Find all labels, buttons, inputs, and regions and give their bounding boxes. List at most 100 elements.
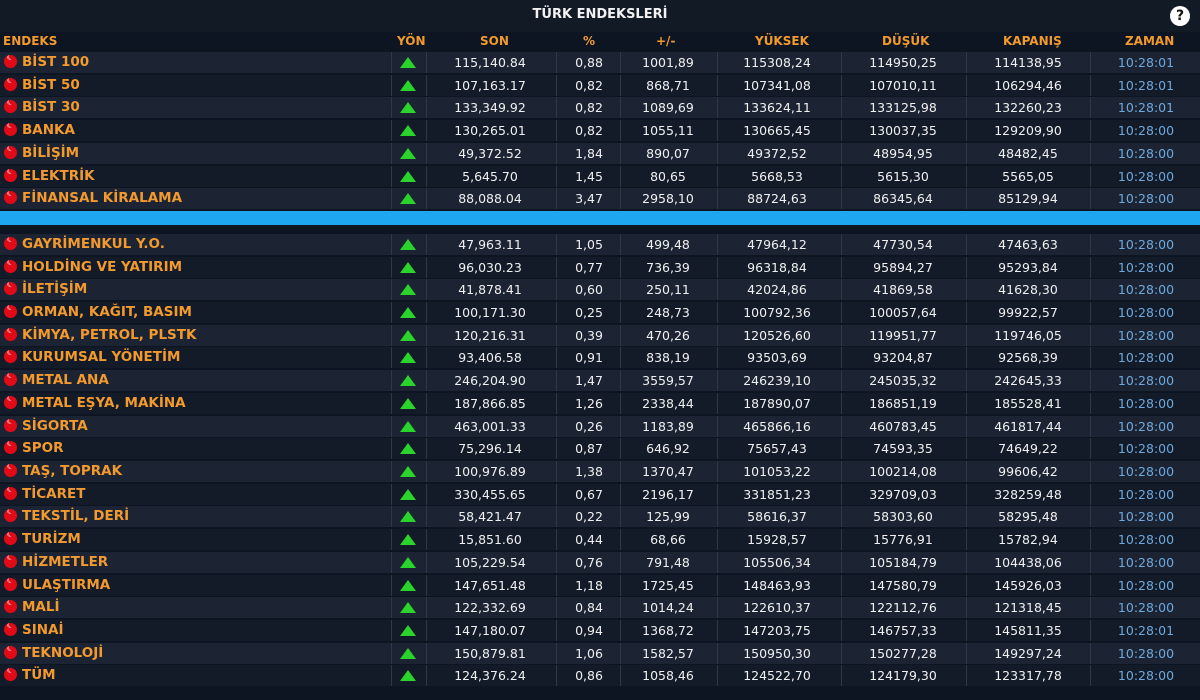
table-row[interactable]: SİGORTA463,001.330,261183,89465866,16460…: [0, 416, 1200, 437]
table-row[interactable]: METAL EŞYA, MAKİNA187,866.851,262338,441…: [0, 393, 1200, 414]
window-title: TÜRK ENDEKSLERİ: [532, 7, 668, 22]
table-row[interactable]: HOLDİNG VE YATIRIM96,030.230,77736,39963…: [0, 257, 1200, 278]
time-value: 10:28:01: [1117, 78, 1175, 93]
table-row[interactable]: FİNANSAL KİRALAMA88,088.043,472958,10887…: [0, 188, 1200, 209]
index-name[interactable]: ORMAN, KAĞIT, BASIM: [22, 302, 192, 323]
col-dusuk[interactable]: DÜŞÜK: [882, 34, 929, 48]
table-row[interactable]: İLETİŞİM41,878.410,60250,1142024,8641869…: [0, 279, 1200, 300]
index-name[interactable]: KURUMSAL YÖNETİM: [22, 347, 180, 368]
index-name[interactable]: SPOR: [22, 438, 64, 459]
close-value: 104438,06: [994, 555, 1062, 570]
index-name[interactable]: BİST 100: [22, 52, 89, 73]
col-kapanis[interactable]: KAPANIŞ: [1003, 34, 1062, 48]
change-value: 791,48: [646, 555, 690, 570]
index-name[interactable]: İLETİŞİM: [22, 279, 87, 300]
column-divider: [841, 393, 842, 414]
col-son[interactable]: SON: [480, 34, 509, 48]
index-name[interactable]: GAYRİMENKUL Y.O.: [22, 234, 165, 255]
column-divider: [426, 325, 427, 346]
index-name[interactable]: HOLDİNG VE YATIRIM: [22, 257, 182, 278]
table-row[interactable]: BİST 30133,349.920,821089,69133624,11133…: [0, 97, 1200, 118]
index-name[interactable]: METAL EŞYA, MAKİNA: [22, 393, 186, 414]
up-arrow-icon: [400, 148, 416, 159]
table-row[interactable]: GAYRİMENKUL Y.O.47,963.111,05499,4847964…: [0, 234, 1200, 255]
table-row[interactable]: BİST 50107,163.170,82868,71107341,081070…: [0, 75, 1200, 96]
table-row[interactable]: TAŞ, TOPRAK100,976.891,381370,47101053,2…: [0, 461, 1200, 482]
up-arrow-icon: [400, 580, 416, 591]
index-name[interactable]: SİGORTA: [22, 416, 88, 437]
close-value: 119746,05: [994, 328, 1062, 343]
column-divider: [966, 393, 967, 414]
column-divider: [391, 279, 392, 300]
index-name[interactable]: BİST 50: [22, 75, 80, 96]
table-row[interactable]: BİST 100115,140.840,881001,89115308,2411…: [0, 52, 1200, 73]
help-icon[interactable]: ?: [1170, 6, 1190, 26]
high-value: 147203,75: [743, 623, 811, 638]
column-divider: [841, 643, 842, 664]
index-name[interactable]: TEKSTİL, DERİ: [22, 506, 129, 527]
index-name[interactable]: TAŞ, TOPRAK: [22, 461, 122, 482]
column-divider: [966, 75, 967, 96]
index-name[interactable]: BANKA: [22, 120, 75, 141]
table-row[interactable]: KURUMSAL YÖNETİM93,406.580,91838,1993503…: [0, 347, 1200, 368]
col-change[interactable]: +/-: [656, 34, 675, 48]
index-name[interactable]: TEKNOLOJİ: [22, 643, 103, 664]
turkish-flag-icon: [4, 100, 17, 113]
column-divider: [966, 575, 967, 596]
time-value: 10:28:00: [1117, 328, 1175, 343]
table-row[interactable]: BANKA130,265.010,821055,11130665,4513003…: [0, 120, 1200, 141]
col-endeks[interactable]: ENDEKS: [3, 34, 57, 48]
low-value: 15776,91: [873, 532, 933, 547]
index-name[interactable]: ELEKTRİK: [22, 166, 95, 187]
table-row[interactable]: ELEKTRİK5,645.701,4580,655668,535615,305…: [0, 166, 1200, 187]
col-yuksek[interactable]: YÜKSEK: [755, 34, 809, 48]
index-name[interactable]: METAL ANA: [22, 370, 109, 391]
column-divider: [426, 120, 427, 141]
table-row[interactable]: HİZMETLER105,229.540,76791,48105506,3410…: [0, 552, 1200, 573]
index-name[interactable]: MALİ: [22, 597, 60, 618]
index-name[interactable]: HİZMETLER: [22, 552, 108, 573]
time-value: 10:28:00: [1117, 668, 1175, 683]
index-name[interactable]: BİLİŞİM: [22, 143, 79, 164]
table-row[interactable]: SPOR75,296.140,87646,9275657,4374593,357…: [0, 438, 1200, 459]
table-row[interactable]: TURİZM15,851.600,4468,6615928,5715776,91…: [0, 529, 1200, 550]
col-percent[interactable]: %: [583, 34, 595, 48]
column-divider: [391, 325, 392, 346]
index-name[interactable]: ULAŞTIRMA: [22, 575, 110, 596]
table-row[interactable]: MALİ122,332.690,841014,24122610,37122112…: [0, 597, 1200, 618]
column-divider: [391, 257, 392, 278]
column-divider: [1090, 575, 1091, 596]
index-name[interactable]: TURİZM: [22, 529, 81, 550]
low-value: 5615,30: [877, 169, 929, 184]
index-name[interactable]: FİNANSAL KİRALAMA: [22, 188, 182, 209]
column-divider: [426, 166, 427, 187]
column-divider: [841, 552, 842, 573]
index-name[interactable]: KİMYA, PETROL, PLSTK: [22, 325, 196, 346]
son-value: 130,265.01: [454, 123, 526, 138]
table-row[interactable]: TÜM124,376.240,861058,46124522,70124179,…: [0, 665, 1200, 686]
table-row[interactable]: KİMYA, PETROL, PLSTK120,216.310,39470,26…: [0, 325, 1200, 346]
table-row[interactable]: ORMAN, KAĞIT, BASIM100,171.300,25248,731…: [0, 302, 1200, 323]
col-zaman[interactable]: ZAMAN: [1125, 34, 1174, 48]
son-value: 463,001.33: [454, 419, 526, 434]
table-row[interactable]: ULAŞTIRMA147,651.481,181725,45148463,931…: [0, 575, 1200, 596]
time-value: 10:28:00: [1117, 350, 1175, 365]
column-divider: [841, 52, 842, 73]
index-name[interactable]: BİST 30: [22, 97, 80, 118]
table-row[interactable]: SINAİ147,180.070,941368,72147203,7514675…: [0, 620, 1200, 641]
up-arrow-icon: [400, 670, 416, 681]
table-row[interactable]: BİLİŞİM49,372.521,84890,0749372,5248954,…: [0, 143, 1200, 164]
column-divider: [966, 529, 967, 550]
column-divider: [426, 52, 427, 73]
index-name[interactable]: TÜM: [22, 665, 56, 686]
index-name[interactable]: SINAİ: [22, 620, 64, 641]
col-yon[interactable]: YÖN: [397, 34, 426, 48]
table-row[interactable]: TEKNOLOJİ150,879.811,061582,57150950,301…: [0, 643, 1200, 664]
turkish-flag-icon: [4, 487, 17, 500]
table-row[interactable]: METAL ANA246,204.901,473559,57246239,102…: [0, 370, 1200, 391]
table-row[interactable]: TEKSTİL, DERİ58,421.470,22125,9958616,37…: [0, 506, 1200, 527]
column-divider: [426, 552, 427, 573]
index-name[interactable]: TİCARET: [22, 484, 85, 505]
table-row[interactable]: TİCARET330,455.650,672196,17331851,23329…: [0, 484, 1200, 505]
change-value: 1055,11: [642, 123, 694, 138]
